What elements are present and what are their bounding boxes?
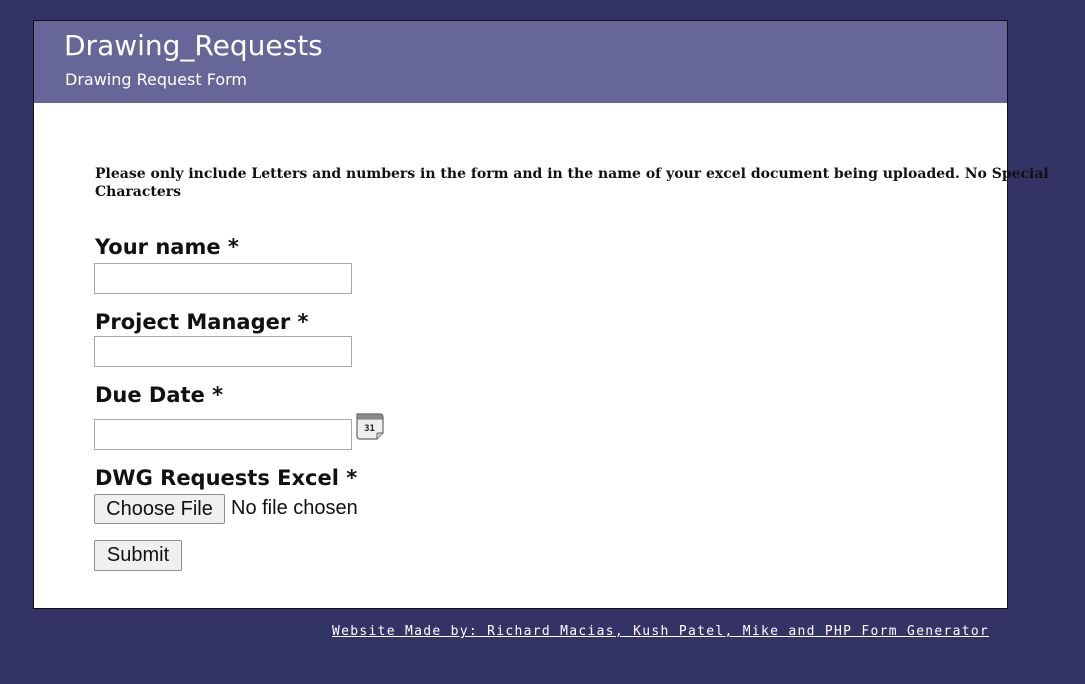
site-title: Drawing_Requests bbox=[64, 29, 323, 62]
your-name-label: Your name * bbox=[95, 235, 239, 259]
submit-button[interactable]: Submit bbox=[94, 540, 182, 571]
due-date-label: Due Date * bbox=[95, 383, 224, 407]
choose-file-button[interactable]: Choose File bbox=[94, 494, 225, 524]
your-name-input[interactable] bbox=[94, 263, 352, 294]
notice-line-2: Characters bbox=[95, 184, 181, 200]
notice-line-1: Please only include Letters and numbers … bbox=[95, 166, 1049, 182]
form-notice: Please only include Letters and numbers … bbox=[95, 165, 1049, 201]
file-status-text: No file chosen bbox=[231, 497, 358, 519]
form-container: Drawing_Requests Drawing Request Form Pl… bbox=[33, 20, 1049, 609]
calendar-day-text: 31 bbox=[364, 424, 375, 434]
site-subtitle: Drawing Request Form bbox=[65, 70, 247, 89]
project-manager-input[interactable] bbox=[94, 336, 352, 367]
calendar-icon[interactable]: 31 bbox=[355, 411, 385, 441]
dwg-excel-label: DWG Requests Excel * bbox=[95, 466, 358, 490]
project-manager-label: Project Manager * bbox=[95, 310, 309, 334]
footer-credit-link[interactable]: Website Made by: Richard Macias, Kush Pa… bbox=[332, 624, 989, 639]
due-date-input[interactable] bbox=[94, 419, 352, 450]
page-header: Drawing_Requests Drawing Request Form bbox=[34, 21, 1007, 103]
